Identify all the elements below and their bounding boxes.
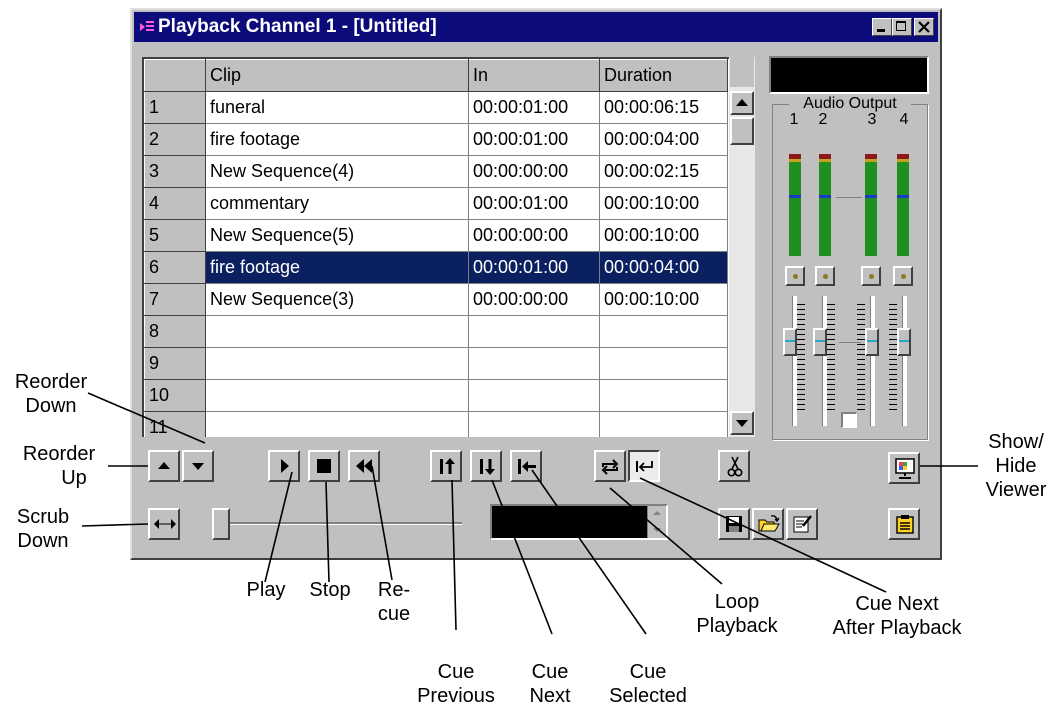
cue-selected-leader [531, 469, 647, 635]
stop-leader [325, 481, 330, 583]
callout-reorder-up: Reorder Up [22, 443, 96, 489]
callout-scrub-down: Scrub Down [16, 506, 70, 552]
callout-play: Play [246, 579, 286, 601]
recue-leader [371, 465, 393, 581]
cue-previous-leader [451, 479, 457, 631]
callout-reorder-down: Reorder Down [14, 371, 88, 417]
scrub-down-leader [81, 523, 149, 527]
callout-recue: Re-cue [377, 579, 411, 625]
play-leader [264, 471, 293, 583]
callout-stop: Stop [309, 579, 351, 601]
cue-next-leader [491, 479, 553, 635]
loop-playback-leader [609, 487, 723, 585]
callout-cue-next: Cue Next [529, 661, 571, 707]
callout-loop-playback: Loop Playback [696, 591, 778, 637]
reorder-down-leader [87, 392, 206, 444]
callout-show-hide-viewer: Show/Hide Viewer [985, 431, 1047, 501]
callout-cue-next-after-playback: Cue Next After Playback [832, 593, 962, 639]
callout-cue-selected: Cue Selected [609, 661, 687, 707]
callout-cue-previous: Cue Previous [417, 661, 495, 707]
cue-next-after-leader [639, 477, 887, 593]
